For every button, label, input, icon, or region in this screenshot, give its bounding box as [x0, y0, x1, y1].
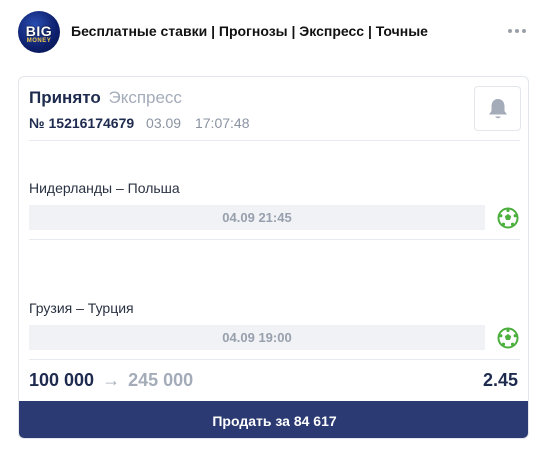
match-datetime: 04.09 21:45 — [29, 205, 485, 230]
bet-date: 03.09 — [146, 115, 182, 131]
bet-status: Принято — [29, 88, 101, 107]
bet-status-line: Принято Экспресс — [29, 88, 182, 108]
bet-time: 17:07:48 — [194, 115, 250, 131]
avatar-logo-text: BIG — [25, 22, 53, 39]
bet-card: Принято Экспресс № 15216174679 03.09 17:… — [18, 76, 529, 439]
football-icon — [497, 327, 519, 349]
bet-meta: № 15216174679 03.09 17:07:48 — [29, 115, 249, 131]
divider — [29, 140, 520, 141]
football-icon — [497, 207, 519, 229]
avatar-logo-subtext: MONEY — [26, 37, 52, 44]
bet-type: Экспресс — [108, 88, 182, 107]
match-name: Грузия – Турция — [29, 300, 134, 316]
channel-avatar[interactable]: BIG MONEY — [18, 11, 60, 53]
sell-button[interactable]: Продать за 84 617 — [19, 401, 528, 438]
more-dots-icon[interactable] — [508, 27, 526, 35]
arrow-right-icon: → — [102, 370, 121, 390]
bell-icon — [488, 98, 507, 118]
payout-amount: 245 000 — [128, 370, 194, 390]
match-name: Нидерланды – Польша — [29, 180, 180, 196]
post-header: BIG MONEY Бесплатные ставки | Прогнозы |… — [0, 0, 543, 64]
bet-number: № 15216174679 — [29, 115, 135, 131]
channel-title[interactable]: Бесплатные ставки | Прогнозы | Экспресс … — [71, 23, 428, 39]
amount-line: 100 000 → 245 000 — [29, 370, 193, 391]
match-datetime: 04.09 19:00 — [29, 325, 485, 350]
divider — [29, 239, 520, 240]
stake-amount: 100 000 — [29, 370, 95, 390]
coefficient: 2.45 — [482, 370, 518, 390]
notification-bell-button[interactable] — [474, 86, 521, 131]
divider — [29, 359, 520, 360]
